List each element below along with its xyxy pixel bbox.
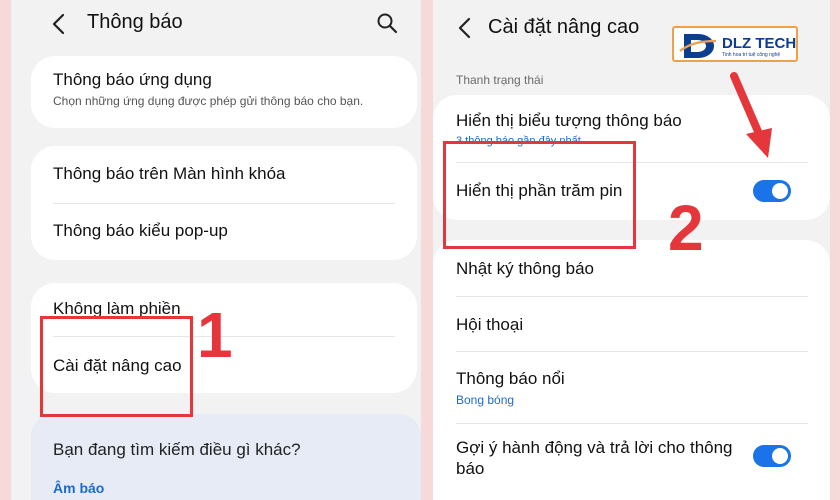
page-title: Cài đặt nâng cao — [488, 16, 640, 38]
popup-style-label: Thông báo kiểu pop-up — [53, 221, 228, 240]
suggestion-title: Bạn đang tìm kiếm điều gì khác? — [53, 440, 301, 459]
popup-style-item[interactable]: Thông báo kiểu pop-up — [53, 221, 407, 241]
brand-tagline: Tinh hoa trí tuệ công nghệ — [722, 52, 781, 58]
suggestion-card: Bạn đang tìm kiếm điều gì khác? Âm báo — [31, 414, 421, 500]
notification-history-item[interactable]: Nhật ký thông báo — [456, 259, 820, 279]
app-notifications-label: Thông báo ứng dụng — [53, 70, 212, 89]
toggle-knob — [772, 183, 788, 199]
lock-screen-item[interactable]: Thông báo trên Màn hình khóa — [53, 164, 407, 184]
app-notifications-card: Thông báo ứng dụng Chọn những ứng dụng đ… — [31, 56, 417, 128]
floating-notifications-item[interactable]: Thông báo nổi Bong bóng — [456, 369, 820, 407]
dlz-tech-logo: DLZ TECH Tinh hoa trí tuệ công nghệ — [672, 26, 798, 62]
floating-notifications-label: Thông báo nổi — [456, 369, 565, 388]
section-status-bar: Thanh trạng thái — [456, 73, 544, 87]
back-arrow-icon[interactable] — [451, 14, 479, 42]
search-icon[interactable] — [375, 11, 399, 35]
notification-options-card: Nhật ký thông báo Hội thoại Thông báo nổ… — [433, 240, 830, 500]
step-number-1: 1 — [197, 299, 233, 371]
divider — [53, 203, 395, 204]
brand-name: DLZ TECH — [722, 35, 797, 52]
divider — [456, 351, 808, 352]
app-notifications-item[interactable]: Thông báo ứng dụng Chọn những ứng dụng đ… — [53, 70, 407, 108]
divider — [456, 296, 808, 297]
floating-notifications-subtitle: Bong bóng — [456, 393, 515, 407]
suggested-actions-label: Gợi ý hành động và trả lời cho thông báo — [456, 438, 733, 478]
lock-screen-label: Thông báo trên Màn hình khóa — [53, 164, 286, 183]
back-arrow-icon[interactable] — [45, 10, 73, 38]
suggested-actions-item[interactable]: Gợi ý hành động và trả lời cho thông báo — [456, 437, 750, 479]
ringtone-link[interactable]: Âm báo — [53, 480, 104, 496]
toggle-knob — [772, 448, 788, 464]
conversations-item[interactable]: Hội thoại — [456, 315, 820, 335]
app-notifications-subtitle: Chọn những ứng dụng được phép gửi thông … — [53, 94, 364, 108]
step-number-2: 2 — [668, 192, 704, 264]
red-arrow-icon — [730, 72, 772, 158]
dlz-d-logo-icon — [679, 34, 717, 58]
lockscreen-card: Thông báo trên Màn hình khóa Thông báo k… — [31, 146, 417, 260]
highlight-box-battery — [443, 141, 636, 249]
left-screen: Thông báo Thông báo ứng dụng Chọn những … — [11, 0, 421, 500]
highlight-box-advanced — [40, 316, 193, 417]
notification-history-label: Nhật ký thông báo — [456, 259, 594, 278]
page-title: Thông báo — [87, 11, 183, 33]
divider — [456, 423, 808, 424]
battery-percentage-toggle[interactable] — [753, 180, 791, 202]
left-topbar: Thông báo — [11, 0, 421, 50]
conversations-label: Hội thoại — [456, 315, 524, 334]
suggested-actions-toggle[interactable] — [753, 445, 791, 467]
